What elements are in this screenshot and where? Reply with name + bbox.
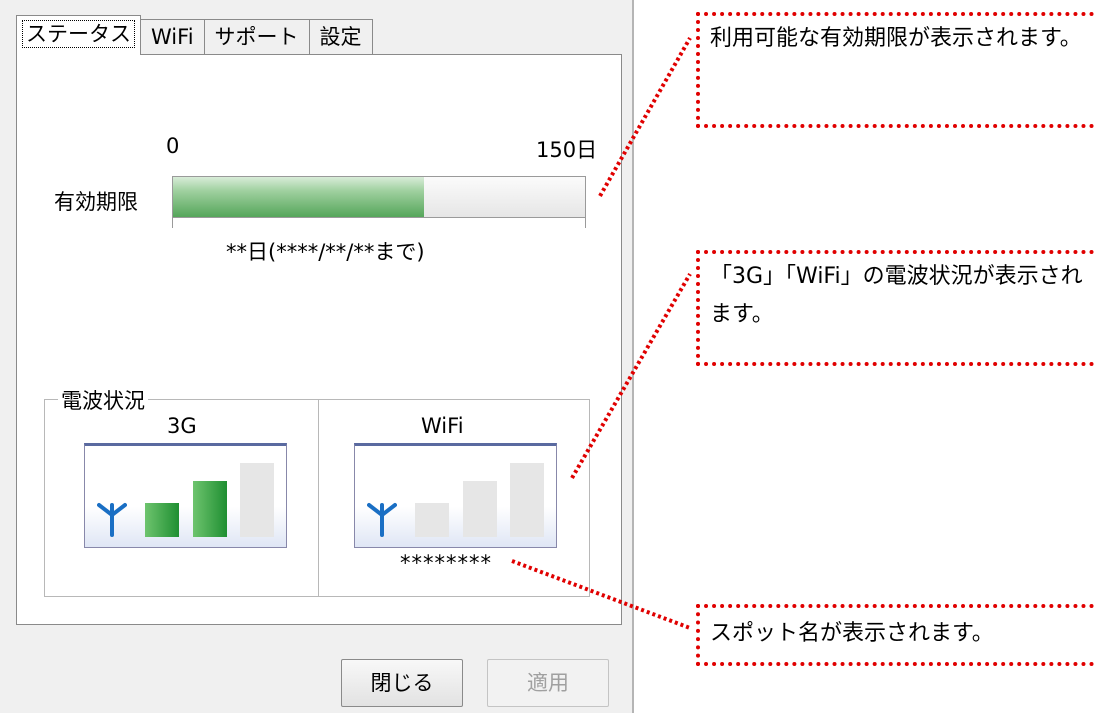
leader-line-expiry	[598, 37, 692, 197]
callout-expiry: 利用可能な有効期限が表示されます。	[696, 12, 1094, 128]
tab-status[interactable]: ステータス	[16, 15, 141, 55]
leader-line-spot	[511, 559, 691, 630]
leader-line-signal	[570, 272, 692, 480]
callout-signal: 「3G」「WiFi」の電波状況が表示されます。	[696, 250, 1094, 366]
callout-spot: スポット名が表示されます。	[696, 604, 1094, 666]
